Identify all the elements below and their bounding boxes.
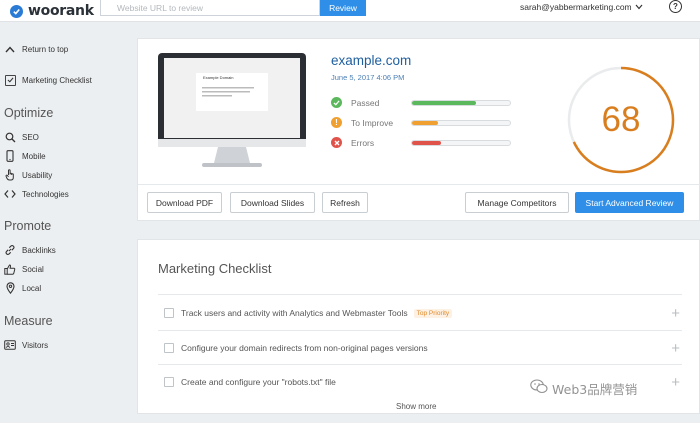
user-menu[interactable]: sarah@yabbermarketing.com: [520, 1, 643, 13]
return-to-top-label: Return to top: [22, 44, 69, 54]
sidebar-item-mobile[interactable]: Mobile: [4, 150, 46, 162]
link-icon: [4, 244, 16, 256]
logo-check-icon: [10, 4, 23, 18]
sidebar-item-local[interactable]: Local: [4, 282, 41, 294]
sidebar-item-label: Usability: [22, 170, 53, 180]
visitors-card-icon: [4, 339, 16, 351]
stat-label: Errors: [351, 137, 375, 148]
map-pin-icon: [4, 282, 16, 294]
checklist-title: Marketing Checklist: [158, 261, 272, 276]
help-icon[interactable]: ?: [669, 0, 682, 13]
stat-fill: [412, 140, 442, 145]
stat-passed[interactable]: Passed: [331, 97, 511, 108]
sidebar-item-label: Visitors: [22, 340, 49, 350]
sidebar-item-seo[interactable]: SEO: [4, 131, 39, 143]
sidebar-item-technologies[interactable]: Technologies: [4, 188, 69, 200]
woorank-logo[interactable]: woorank: [10, 1, 94, 21]
sidebar-item-marketing-checklist[interactable]: Marketing Checklist: [4, 74, 92, 86]
thumbs-up-icon: [4, 263, 16, 275]
user-email: sarah@yabbermarketing.com: [520, 2, 632, 12]
chevron-down-icon: [635, 2, 643, 12]
stat-fill: [412, 100, 476, 105]
preview-heading: Example Domain: [203, 75, 234, 80]
stat-label: Passed: [351, 97, 380, 108]
manage-competitors-button[interactable]: Manage Competitors: [465, 192, 569, 213]
checklist-checkbox[interactable]: [164, 343, 174, 353]
watermark-text: Web3品牌营销: [552, 381, 638, 397]
watermark: Web3品牌营销: [530, 378, 637, 398]
checklist-item-text: Create and configure your "robots.txt" f…: [181, 377, 336, 387]
site-preview-monitor: Example Domain: [158, 53, 306, 173]
sidebar-item-label: Marketing Checklist: [22, 75, 92, 85]
exclamation-icon: !: [331, 117, 342, 128]
sidebar-item-social[interactable]: Social: [4, 263, 44, 275]
sidebar-item-label: Local: [22, 283, 42, 293]
expand-plus-icon[interactable]: +: [671, 338, 680, 358]
checkbox-icon: [4, 74, 16, 86]
sidebar-item-label: Backlinks: [22, 245, 56, 255]
sidebar-item-usability[interactable]: Usability: [4, 169, 52, 181]
sidebar: Return to top Marketing Checklist Optimi…: [0, 22, 128, 423]
code-icon: [4, 188, 16, 200]
checklist-checkbox[interactable]: [164, 308, 174, 318]
stat-label: To Improve: [351, 117, 394, 128]
checklist-item[interactable]: Track users and activity with Analytics …: [158, 303, 682, 323]
sidebar-item-backlinks[interactable]: Backlinks: [4, 244, 56, 256]
stat-bar: [411, 99, 511, 106]
sidebar-item-visitors[interactable]: Visitors: [4, 339, 48, 351]
sidebar-item-label: Social: [22, 264, 44, 274]
download-slides-button[interactable]: Download Slides: [230, 192, 315, 213]
top-bar: woorank Review sarah@yabbermarketing.com…: [0, 0, 700, 22]
row-divider: [158, 364, 682, 365]
hand-pointer-icon: [4, 169, 16, 181]
stat-errors[interactable]: Errors: [331, 137, 511, 148]
stat-bar: [411, 139, 511, 146]
expand-plus-icon[interactable]: +: [671, 303, 680, 323]
sidebar-heading-optimize: Optimize: [4, 106, 54, 120]
score-value: 68: [601, 100, 641, 139]
return-to-top-link[interactable]: Return to top: [4, 43, 68, 55]
refresh-button[interactable]: Refresh: [322, 192, 368, 213]
row-divider: [158, 330, 682, 331]
sidebar-heading-measure: Measure: [4, 314, 53, 328]
mobile-phone-icon: [4, 150, 16, 162]
url-input[interactable]: [100, 0, 320, 16]
card-divider: [138, 184, 700, 185]
overview-card: Example Domain example.com June 5, 2017 …: [137, 38, 700, 221]
site-title: example.com: [331, 53, 412, 68]
download-pdf-button[interactable]: Download PDF: [147, 192, 222, 213]
score-gauge: 68: [566, 65, 676, 175]
review-date: June 5, 2017 4:06 PM: [331, 73, 405, 82]
top-priority-badge: Top Priority: [413, 308, 453, 318]
sidebar-item-label: Technologies: [22, 189, 69, 199]
stat-bar: [411, 119, 511, 126]
show-more-link[interactable]: Show more: [396, 402, 436, 411]
wechat-icon: [530, 379, 548, 397]
stat-fill: [412, 120, 439, 125]
logo-text: woorank: [28, 3, 94, 19]
checklist-item-text: Configure your domain redirects from non…: [181, 343, 428, 353]
checklist-item-text: Track users and activity with Analytics …: [181, 308, 408, 318]
sidebar-item-label: Mobile: [22, 151, 46, 161]
row-divider: [158, 294, 682, 295]
expand-plus-icon[interactable]: +: [671, 372, 680, 392]
stat-to-improve[interactable]: ! To Improve: [331, 117, 511, 128]
sidebar-item-label: SEO: [22, 132, 39, 142]
chevron-up-icon: [4, 43, 16, 55]
check-icon: [331, 97, 342, 108]
review-button[interactable]: Review: [320, 0, 366, 16]
checklist-item[interactable]: Configure your domain redirects from non…: [158, 338, 682, 358]
search-icon: [4, 131, 16, 143]
start-advanced-review-button[interactable]: Start Advanced Review: [575, 192, 684, 213]
checklist-checkbox[interactable]: [164, 377, 174, 387]
checklist-icon-wrap: [4, 74, 16, 86]
x-icon: [331, 137, 342, 148]
sidebar-heading-promote: Promote: [4, 219, 52, 233]
